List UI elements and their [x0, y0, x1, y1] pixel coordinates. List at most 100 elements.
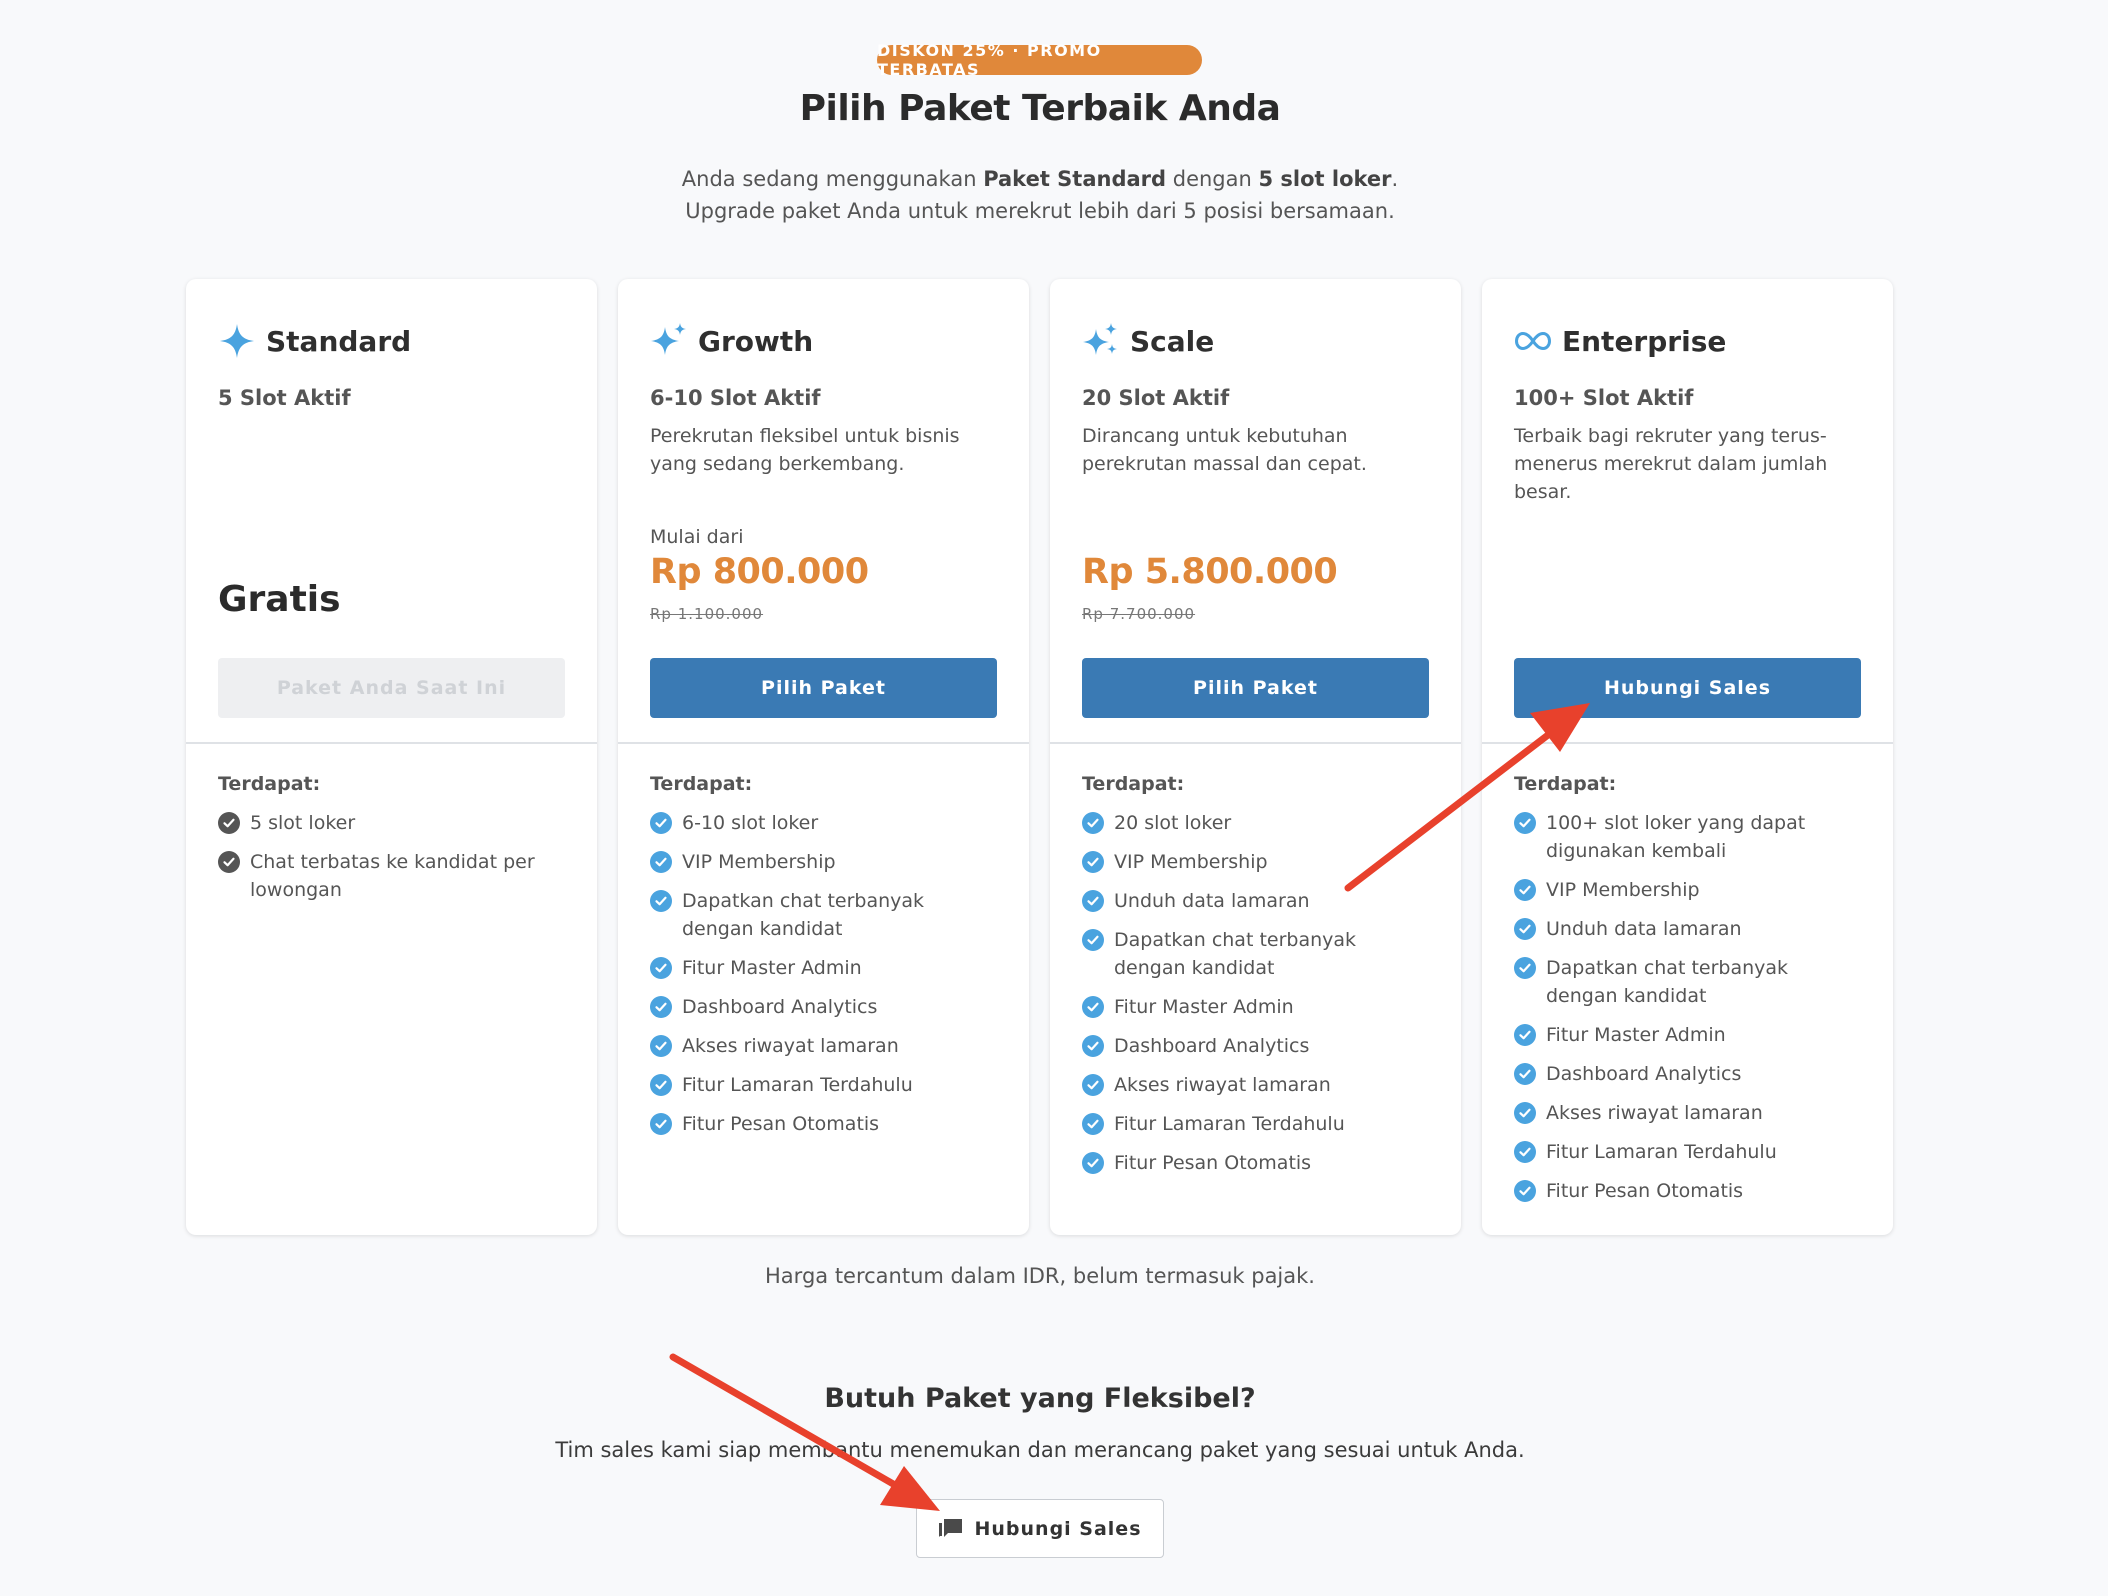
- feature-item: Dashboard Analytics: [1082, 1032, 1432, 1060]
- feature-label: Fitur Pesan Otomatis: [1114, 1152, 1312, 1174]
- feature-item: 20 slot loker: [1082, 809, 1432, 837]
- feature-item: Fitur Master Admin: [1514, 1021, 1864, 1049]
- page-title: Pilih Paket Terbaik Anda: [799, 88, 1281, 129]
- feature-label: 20 slot loker: [1114, 812, 1232, 834]
- divider: [186, 742, 597, 744]
- plan-price: Gratis: [218, 579, 341, 620]
- plan-card-growth: Growth 6-10 Slot Aktif Perekrutan fleksi…: [618, 279, 1029, 1235]
- check-circle-icon: [650, 1035, 672, 1057]
- plan-card-scale: Scale 20 Slot Aktif Dirancang untuk kebu…: [1050, 279, 1461, 1235]
- feature-item: Chat terbatas ke kandidat per lowongan: [218, 848, 568, 904]
- infinity-icon: [1514, 322, 1552, 360]
- features-title: Terdapat:: [650, 773, 753, 795]
- feature-item: 100+ slot loker yang dapat digunakan kem…: [1514, 809, 1864, 865]
- feature-label: 6-10 slot loker: [682, 812, 819, 834]
- feature-item: Dashboard Analytics: [1514, 1060, 1864, 1088]
- divider: [1050, 742, 1461, 744]
- features-title: Terdapat:: [1514, 773, 1617, 795]
- check-circle-icon: [1082, 1113, 1104, 1135]
- check-circle-icon: [1514, 1102, 1536, 1124]
- feature-item: Dashboard Analytics: [650, 993, 1000, 1021]
- plan-name: Scale: [1130, 324, 1215, 358]
- feature-list: 6-10 slot loker VIP Membership Dapatkan ch…: [650, 809, 1000, 1149]
- plan-description: Terbaik bagi rekruter yang terus-menerus…: [1514, 425, 1828, 503]
- check-circle-icon: [218, 812, 240, 834]
- annotation-arrow-contact: [669, 1353, 940, 1511]
- feature-label: Unduh data lamaran: [1114, 890, 1310, 912]
- divider: [618, 742, 1029, 744]
- feature-label: VIP Membership: [682, 851, 836, 873]
- plan-card-enterprise: Enterprise 100+ Slot Aktif Terbaik bagi …: [1482, 279, 1893, 1235]
- contact-sales-button-enterprise[interactable]: Hubungi Sales: [1514, 658, 1861, 718]
- flexible-plan-description: Tim sales kami siap membantu menemukan d…: [555, 1438, 1525, 1462]
- check-circle-icon: [1514, 918, 1536, 940]
- feature-item: VIP Membership: [1082, 848, 1432, 876]
- feature-list: 5 slot loker Chat terbatas ke kandidat pe…: [218, 809, 568, 915]
- current-plan-button: Paket Anda Saat Ini: [218, 658, 565, 718]
- check-circle-icon: [650, 1074, 672, 1096]
- feature-label: VIP Membership: [1114, 851, 1268, 873]
- current-slot-count: 5 slot loker: [1258, 167, 1392, 191]
- feature-label: 5 slot loker: [250, 812, 356, 834]
- check-circle-icon: [1514, 1180, 1536, 1202]
- feature-label: Fitur Master Admin: [682, 957, 862, 979]
- feature-item: Fitur Lamaran Terdahulu: [650, 1071, 1000, 1099]
- sparkles-icon: [650, 322, 688, 360]
- feature-label: Akses riwayat lamaran: [682, 1035, 899, 1057]
- feature-label: Akses riwayat lamaran: [1114, 1074, 1331, 1096]
- check-circle-icon: [650, 996, 672, 1018]
- plan-price: Rp 5.800.000: [1082, 552, 1338, 592]
- feature-label: Chat terbatas ke kandidat per lowongan: [250, 851, 535, 901]
- check-circle-icon: [1514, 957, 1536, 979]
- feature-list: 20 slot loker VIP Membership Unduh data la…: [1082, 809, 1432, 1188]
- feature-label: Akses riwayat lamaran: [1546, 1102, 1763, 1124]
- plan-price: Rp 800.000: [650, 552, 869, 592]
- feature-item: Unduh data lamaran: [1082, 887, 1432, 915]
- check-circle-icon: [1514, 1024, 1536, 1046]
- feature-item: Dapatkan chat terbanyak dengan kandidat: [650, 887, 1000, 943]
- choose-plan-button-growth[interactable]: Pilih Paket: [650, 658, 997, 718]
- price-prefix: Mulai dari: [650, 526, 744, 548]
- features-title: Terdapat:: [1082, 773, 1185, 795]
- plan-slots: 100+ Slot Aktif: [1514, 386, 1694, 410]
- check-circle-icon: [650, 851, 672, 873]
- plan-old-price: Rp 1.100.000: [650, 605, 764, 623]
- check-circle-icon: [650, 957, 672, 979]
- feature-item: Dapatkan chat terbanyak dengan kandidat: [1514, 954, 1864, 1010]
- feature-item: Fitur Pesan Otomatis: [1514, 1177, 1864, 1205]
- contact-sales-button[interactable]: Hubungi Sales: [916, 1499, 1164, 1558]
- feature-item: Dapatkan chat terbanyak dengan kandidat: [1082, 926, 1432, 982]
- feature-item: Fitur Lamaran Terdahulu: [1514, 1138, 1864, 1166]
- feature-label: Dashboard Analytics: [682, 996, 878, 1018]
- check-circle-icon: [218, 851, 240, 873]
- plan-slots: 20 Slot Aktif: [1082, 386, 1230, 410]
- check-circle-icon: [1082, 1035, 1104, 1057]
- feature-item: Unduh data lamaran: [1514, 915, 1864, 943]
- feature-label: Dapatkan chat terbanyak dengan kandidat: [1114, 929, 1357, 979]
- check-circle-icon: [1082, 890, 1104, 912]
- features-title: Terdapat:: [218, 773, 321, 795]
- feature-item: Fitur Pesan Otomatis: [1082, 1149, 1432, 1177]
- feature-label: Fitur Master Admin: [1114, 996, 1294, 1018]
- contact-sales-label: Hubungi Sales: [974, 1517, 1142, 1540]
- check-circle-icon: [650, 890, 672, 912]
- plan-name: Standard: [266, 324, 412, 358]
- plan-card-standard: Standard 5 Slot Aktif Gratis Paket Anda …: [186, 279, 597, 1235]
- choose-plan-button-scale[interactable]: Pilih Paket: [1082, 658, 1429, 718]
- check-circle-icon: [650, 812, 672, 834]
- feature-label: Fitur Pesan Otomatis: [682, 1113, 880, 1135]
- feature-item: Fitur Lamaran Terdahulu: [1082, 1110, 1432, 1138]
- feature-item: Akses riwayat lamaran: [1082, 1071, 1432, 1099]
- feature-label: Fitur Lamaran Terdahulu: [1114, 1113, 1345, 1135]
- feature-item: VIP Membership: [1514, 876, 1864, 904]
- check-circle-icon: [1082, 929, 1104, 951]
- check-circle-icon: [1514, 879, 1536, 901]
- check-circle-icon: [650, 1113, 672, 1135]
- plan-slots: 6-10 Slot Aktif: [650, 386, 821, 410]
- feature-label: Fitur Master Admin: [1546, 1024, 1726, 1046]
- current-plan-name: Paket Standard: [983, 167, 1167, 191]
- check-circle-icon: [1514, 812, 1536, 834]
- check-circle-icon: [1082, 996, 1104, 1018]
- feature-item: Akses riwayat lamaran: [1514, 1099, 1864, 1127]
- price-footnote: Harga tercantum dalam IDR, belum termasu…: [765, 1264, 1315, 1288]
